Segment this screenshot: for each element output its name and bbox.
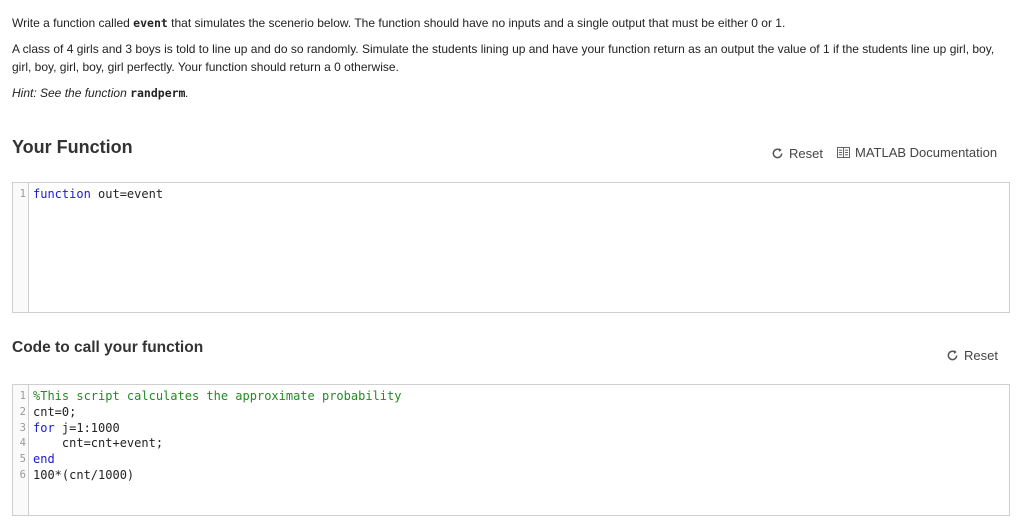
reset-icon (772, 148, 783, 159)
call-code-editor[interactable]: 1 %This script calculates the approximate… (12, 384, 1010, 516)
function-name-code: event (133, 16, 168, 30)
code-line[interactable]: 6 100*(cnt/1000) (13, 468, 1009, 484)
documentation-label: MATLAB Documentation (855, 145, 998, 160)
line-number: 5 (19, 453, 26, 466)
function-code-lines: 1 function out=event (13, 187, 1009, 203)
code-text: 100*(cnt/1000) (28, 468, 134, 484)
reset-call-code-button[interactable]: Reset (946, 348, 998, 363)
code-text: %This script calculates the approximate … (28, 389, 401, 405)
matlab-documentation-button[interactable]: MATLAB Documentation (837, 145, 997, 160)
reset-function-button[interactable]: Reset (771, 146, 823, 161)
problem-statement: Write a function called event that simul… (12, 14, 1012, 110)
code-keyword: function (33, 187, 91, 201)
code-keyword: for (33, 420, 55, 435)
function-code-editor[interactable]: 1 function out=event (12, 182, 1010, 313)
code-line[interactable]: 2 cnt=0; (13, 405, 1009, 421)
code-plain: cnt=0; (33, 404, 77, 419)
hint-text: Hint: See the function (12, 86, 131, 100)
code-text: cnt=cnt+event; (28, 436, 163, 452)
code-plain: out=event (90, 187, 164, 201)
reset-label: Reset (789, 146, 823, 161)
line-number: 3 (19, 421, 26, 434)
call-code-title: Code to call your function (12, 339, 204, 356)
documentation-icon (837, 147, 850, 158)
line-number: 1 (19, 390, 26, 402)
code-plain: 100*(cnt/1000) (33, 467, 135, 482)
line-number: 6 (19, 468, 26, 481)
hint-end: . (185, 86, 189, 100)
code-line[interactable]: 4 cnt=cnt+event; (13, 436, 1009, 452)
hint: Hint: See the function randperm. (12, 84, 1012, 102)
code-line[interactable]: 5 end (13, 452, 1009, 468)
your-function-title: Your Function (12, 137, 133, 157)
code-keyword: end (33, 452, 55, 467)
code-text: end (28, 452, 55, 468)
reset-label: Reset (964, 348, 998, 363)
code-text: function out=event (28, 187, 163, 203)
code-text: cnt=0; (28, 405, 76, 421)
problem-paragraph: A class of 4 girls and 3 boys is told to… (12, 42, 995, 74)
line-number: 2 (19, 405, 26, 418)
code-plain: j=1:1000 (54, 420, 120, 435)
code-text: for j=1:1000 (28, 421, 120, 437)
call-code-lines: 1 %This script calculates the approximate… (13, 389, 1009, 484)
intro-text: Write a function called (12, 16, 134, 30)
line-number: 4 (19, 437, 26, 450)
reset-icon (947, 350, 958, 361)
code-comment: %This script calculates the approximate … (33, 389, 402, 403)
intro-text-rest: that simulates the scenerio below. The f… (167, 16, 786, 30)
line-number: 1 (19, 188, 26, 200)
problem-intro: Write a function called event that simul… (12, 14, 1012, 32)
code-line[interactable]: 1 %This script calculates the approximate… (13, 389, 1009, 405)
code-plain: cnt=cnt+event; (33, 436, 164, 451)
code-line[interactable]: 1 function out=event (13, 187, 1009, 203)
hint-code: randperm (130, 86, 186, 100)
code-line[interactable]: 3 for j=1:1000 (13, 421, 1009, 437)
